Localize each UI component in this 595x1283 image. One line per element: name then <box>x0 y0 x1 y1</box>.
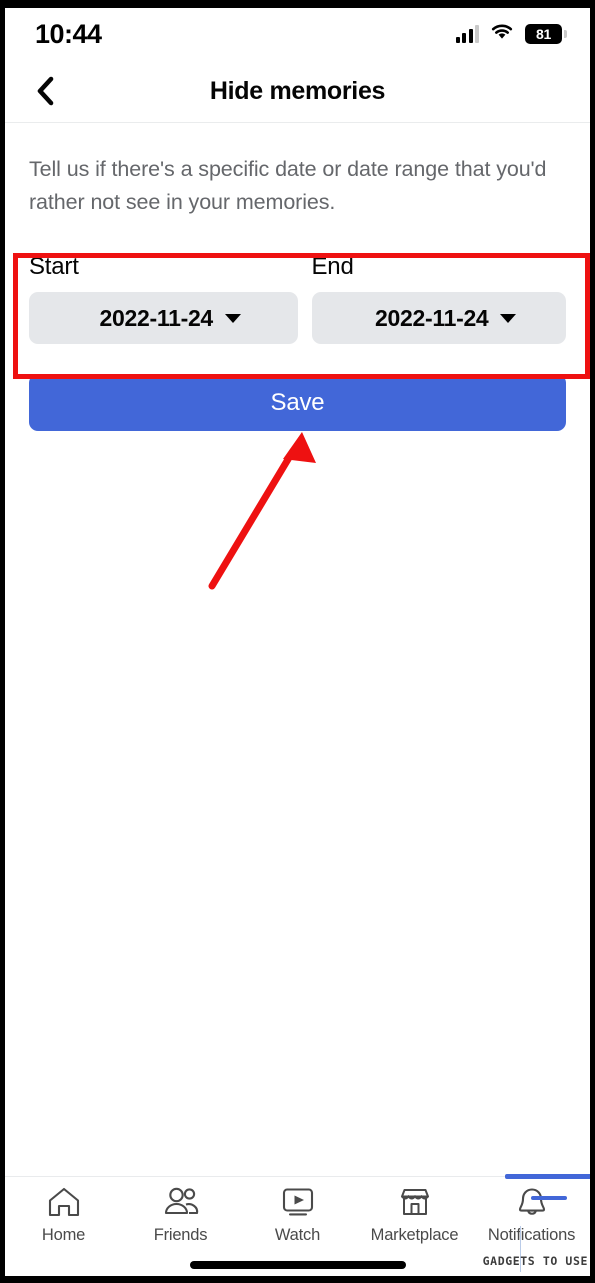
end-date-column: End 2022-11-24 <box>298 253 566 344</box>
end-label: End <box>311 253 354 280</box>
marketplace-storefront-icon <box>398 1185 432 1219</box>
phone-screen: 10:44 81 Hide memories Tell us if there'… <box>0 0 595 1283</box>
nav-label-watch: Watch <box>274 1226 321 1244</box>
wifi-icon <box>490 23 514 46</box>
end-date-picker[interactable]: 2022-11-24 <box>311 292 566 344</box>
start-date-value: 2022-11-24 <box>99 304 214 331</box>
start-date-column: Start 2022-11-24 <box>29 253 298 344</box>
chevron-down-icon <box>500 313 517 323</box>
home-indicator <box>189 1261 406 1269</box>
menu-active-indicator <box>505 1174 590 1179</box>
end-date-value: 2022-11-24 <box>375 304 489 331</box>
start-date-picker[interactable]: 2022-11-24 <box>29 292 298 344</box>
battery-icon: 81 <box>525 24 567 44</box>
status-time: 10:44 <box>35 18 102 49</box>
home-icon <box>47 1185 81 1219</box>
bottom-navigation-bar: Home Friends Watch Marketplace Notificat… <box>5 1174 590 1276</box>
nav-item-marketplace[interactable]: Marketplace <box>356 1185 473 1245</box>
nav-label-marketplace: Marketplace <box>370 1226 459 1244</box>
main-content: Tell us if there's a specific date or da… <box>5 153 590 431</box>
start-label: Start <box>29 253 79 280</box>
chevron-down-icon <box>224 313 241 323</box>
status-bar: 10:44 81 <box>5 8 590 60</box>
save-button[interactable]: Save <box>29 374 566 431</box>
hamburger-menu-icon <box>531 1196 567 1200</box>
nav-item-friends[interactable]: Friends <box>122 1185 239 1245</box>
watermark: GADGETS TO USE <box>482 1254 588 1268</box>
page-title: Hide memories <box>209 76 386 105</box>
status-icons-group: 81 <box>455 23 567 46</box>
nav-label-home: Home <box>41 1226 86 1244</box>
battery-level-text: 81 <box>536 26 551 42</box>
back-button[interactable] <box>25 71 65 111</box>
watch-play-icon <box>280 1185 316 1219</box>
friends-icon <box>162 1185 200 1219</box>
date-range-section: Start 2022-11-24 End 2022-11-24 <box>5 241 590 360</box>
description-text: Tell us if there's a specific date or da… <box>29 157 547 214</box>
nav-label-friends: Friends <box>153 1226 208 1244</box>
back-chevron-icon <box>35 76 55 106</box>
app-header: Hide memories <box>5 60 590 123</box>
nav-item-watch[interactable]: Watch <box>239 1185 356 1245</box>
cellular-signal-icon <box>455 25 479 43</box>
nav-item-home[interactable]: Home <box>5 1185 122 1245</box>
